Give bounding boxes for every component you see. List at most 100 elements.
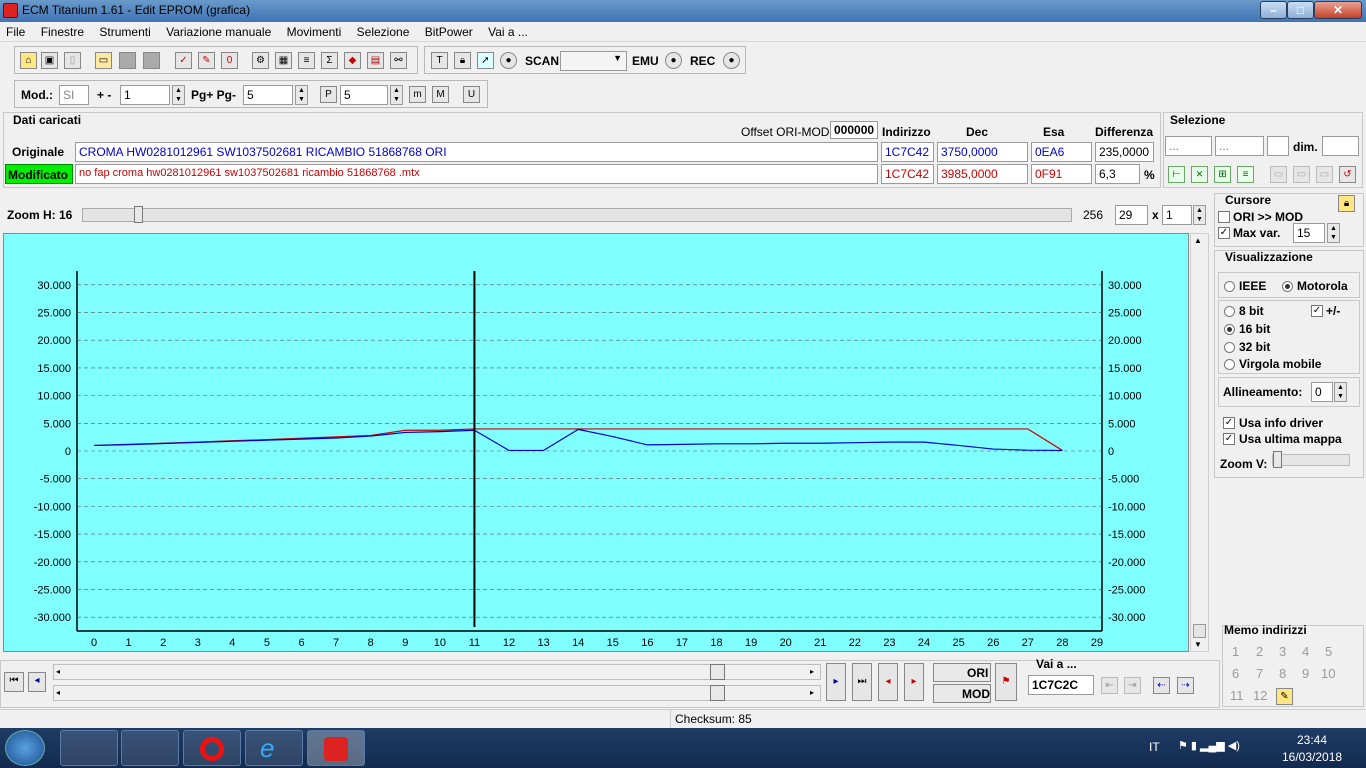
prev-icon[interactable]: ◂ [28, 672, 46, 692]
binoculars-icon[interactable]: ⚯ [390, 52, 407, 69]
ie-taskbar-icon[interactable]: e [245, 730, 303, 766]
scan-select[interactable]: ▼ [560, 51, 627, 71]
marker-prev-icon[interactable]: ⇠ [1153, 677, 1170, 694]
mod-scrollbar[interactable] [53, 685, 821, 701]
shapes-icon[interactable]: ◆ [344, 52, 361, 69]
modificato-esa[interactable]: 0F91 [1031, 164, 1092, 184]
menu-vai-a[interactable]: Vai a ... [482, 22, 534, 39]
memo-item-3[interactable]: 3 [1279, 644, 1286, 659]
menu-strumenti[interactable]: Strumenti [93, 22, 156, 39]
ecm-taskbar-icon[interactable] [307, 730, 365, 766]
next-diff-icon[interactable]: ▸ [904, 663, 924, 701]
usa-info-checkbox[interactable]: ✓ [1223, 417, 1235, 429]
ori-scroll-thumb[interactable] [710, 664, 725, 680]
bit16-radio[interactable] [1224, 324, 1235, 335]
run-icon[interactable]: ➚ [477, 52, 494, 69]
mod-button[interactable]: MOD [933, 684, 991, 703]
paste-special-icon[interactable]: ▭ [1316, 166, 1333, 183]
ori-mod-checkbox[interactable] [1218, 211, 1230, 223]
modificato-address[interactable]: 1C7C42 [881, 164, 934, 184]
paste-icon[interactable]: ▭ [1270, 166, 1287, 183]
record-dot-icon[interactable]: ● [500, 52, 517, 69]
close-button[interactable]: ✕ [1314, 1, 1362, 19]
copy-icon[interactable]: ▯ [64, 52, 81, 69]
save-icon[interactable] [119, 52, 136, 69]
p-icon[interactable]: P [320, 86, 337, 103]
pg-spinner[interactable]: ▲ ▼ [295, 85, 308, 105]
originale-address[interactable]: 1C7C42 [881, 142, 934, 162]
last-icon[interactable]: ⏭ [852, 663, 872, 701]
zoom-width-field[interactable]: 29 [1115, 205, 1148, 225]
memo-item-8[interactable]: 8 [1279, 666, 1286, 681]
open-folder-icon[interactable]: ▭ [95, 52, 112, 69]
max-var-spinner[interactable]: ▲ ▼ [1327, 223, 1340, 243]
zoom-height-spinner[interactable]: ▲ ▼ [1193, 205, 1206, 225]
memo-item-4[interactable]: 4 [1302, 644, 1309, 659]
zoom-v-thumb[interactable] [1273, 451, 1282, 468]
home-icon[interactable]: ⌂ [20, 52, 37, 69]
select-start-icon[interactable]: ⊢ [1168, 166, 1185, 183]
p-spinner[interactable]: ▲ ▼ [390, 85, 403, 105]
explorer-taskbar-icon[interactable] [60, 730, 118, 766]
scroll-down-icon[interactable]: ▼ [1194, 640, 1202, 649]
mod-field[interactable]: SI [59, 85, 89, 105]
memo-item-7[interactable]: 7 [1256, 666, 1263, 681]
select-equal-icon[interactable]: ≡ [1237, 166, 1254, 183]
graph-icon[interactable]: ▤ [367, 52, 384, 69]
offset-field[interactable]: 000000 [830, 121, 878, 139]
u-icon[interactable]: U [463, 86, 480, 103]
max-var-checkbox[interactable]: ✓ [1218, 227, 1230, 239]
plusminus-spinner[interactable]: ▲ ▼ [172, 85, 185, 105]
start-button[interactable] [5, 730, 45, 766]
ieee-radio[interactable] [1224, 281, 1235, 292]
vai-a-field[interactable]: 1C7C2C [1028, 675, 1094, 695]
text-icon[interactable]: T [431, 52, 448, 69]
ori-button[interactable]: ORI [933, 663, 991, 682]
ori-scroll-right-icon[interactable]: ▸ [810, 667, 814, 676]
zoom-height-field[interactable]: 1 [1162, 205, 1192, 225]
first-icon[interactable]: ⏮ [4, 672, 24, 692]
zoom-h-thumb[interactable] [134, 206, 143, 223]
memo-item-1[interactable]: 1 [1232, 644, 1239, 659]
menu-file[interactable]: File [0, 22, 31, 39]
sigma-icon[interactable]: Σ [321, 52, 338, 69]
goto-left-icon[interactable]: ⇤ [1101, 677, 1118, 694]
plusminus-field[interactable]: 1 [120, 85, 170, 105]
bit8-radio[interactable] [1224, 306, 1235, 317]
flag-icon[interactable]: ⚑ [995, 663, 1017, 701]
usa-ultima-checkbox[interactable]: ✓ [1223, 433, 1235, 445]
originale-filename[interactable]: CROMA HW0281012961 SW1037502681 RICAMBIO… [75, 142, 878, 162]
virgola-radio[interactable] [1224, 359, 1235, 370]
save-as-icon[interactable] [143, 52, 160, 69]
memo-item-5[interactable]: 5 [1325, 644, 1332, 659]
lock-icon[interactable]: 🔒︎ [454, 52, 471, 69]
max-var-field[interactable]: 15 [1293, 223, 1325, 243]
marker-next-icon[interactable]: ⇢ [1177, 677, 1194, 694]
zoom-h-slider[interactable] [82, 208, 1072, 222]
prev-diff-icon[interactable]: ◂ [878, 663, 898, 701]
edit-icon[interactable]: ✎ [198, 52, 215, 69]
scroll-thumb[interactable] [1193, 624, 1206, 638]
pg-field[interactable]: 5 [243, 85, 293, 105]
originale-dec[interactable]: 3750,0000 [937, 142, 1028, 162]
zoom-v-slider[interactable] [1272, 454, 1350, 466]
paste-multi-icon[interactable]: ▭ [1293, 166, 1310, 183]
next-icon[interactable]: ▸ [826, 663, 846, 701]
selezione-start-field[interactable]: ... [1165, 136, 1212, 156]
mod-scroll-thumb[interactable] [710, 685, 725, 701]
emu-dot-icon[interactable]: ● [665, 52, 682, 69]
menu-selezione[interactable]: Selezione [351, 22, 416, 39]
tools-icon[interactable]: ⚙ [252, 52, 269, 69]
memo-item-6[interactable]: 6 [1232, 666, 1239, 681]
memo-save-icon[interactable]: ✎ [1276, 688, 1293, 705]
select-plus-icon[interactable]: ⊞ [1214, 166, 1231, 183]
rec-dot-icon[interactable]: ● [723, 52, 740, 69]
undo-icon[interactable]: ↺ [1339, 166, 1356, 183]
m-large-icon[interactable]: M [432, 86, 449, 103]
tray-icons[interactable]: ⚑ ▮ ▂▄▆ ◀) [1178, 739, 1240, 752]
maximize-button[interactable]: □ [1287, 1, 1314, 19]
motorola-radio[interactable] [1282, 281, 1293, 292]
menu-variazione-manuale[interactable]: Variazione manuale [160, 22, 277, 39]
zero-icon[interactable]: 0 [221, 52, 238, 69]
memo-item-11[interactable]: 11 [1230, 688, 1244, 703]
